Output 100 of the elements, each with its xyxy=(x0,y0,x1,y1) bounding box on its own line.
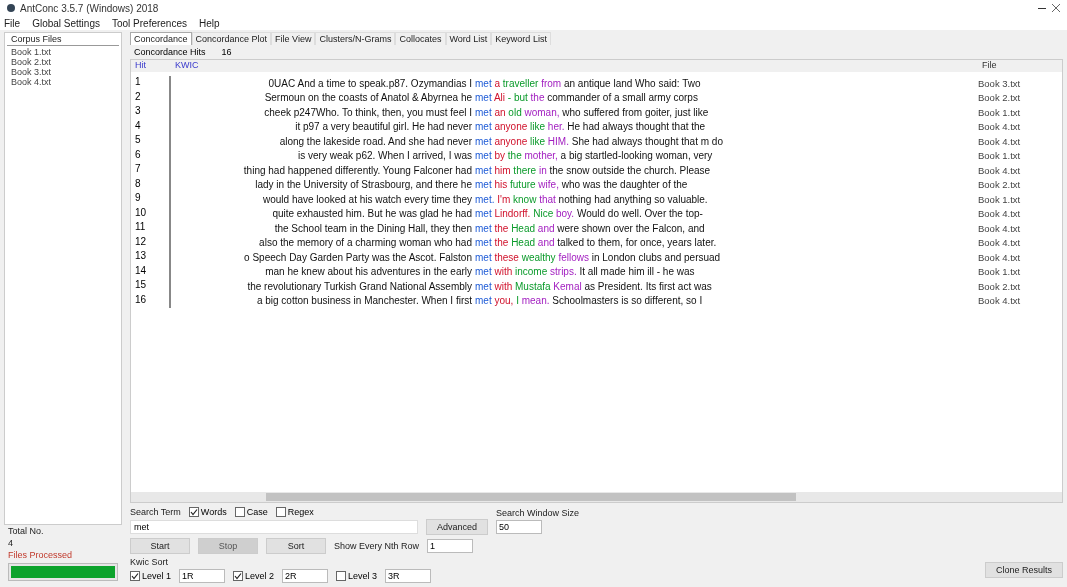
kwic-right-text: met Lindorff. Nice boy. Would do well. Over the top- xyxy=(475,208,704,220)
option-checkbox[interactable]: Regex xyxy=(275,507,314,517)
kwic-right-text: met. I'm know that nothing had anything so valuable. xyxy=(475,193,709,205)
hit-number: 1 xyxy=(131,76,171,91)
column-header[interactable]: File xyxy=(978,60,1048,72)
kwic-right-text: met by the mother, a big startled-looking woman, very xyxy=(475,150,714,162)
kwic-right-text: met anyone like HIM. She had always thought that m do xyxy=(475,135,724,147)
search-field[interactable]: met xyxy=(130,520,418,534)
level-checkbox[interactable]: Level 2 xyxy=(233,571,275,581)
left-context: the revolutionary Turkish Grand National Assembly xyxy=(246,280,473,292)
window-size-spinner[interactable]: 50 xyxy=(496,520,543,534)
nth-row-spinner[interactable]: 1 xyxy=(427,539,474,553)
kwic-right-text: met you, I mean. Schoolmasters is so different, so I xyxy=(475,295,704,307)
action-button[interactable]: Sort xyxy=(266,538,326,554)
file-cell-text: Book 1.txt xyxy=(978,150,1022,162)
kwic-right-text: met a traveller from an antique land Who said: Two xyxy=(475,77,702,89)
hit-number: 7 xyxy=(131,163,171,178)
left-context: 0UAC And a time to speak.p87. Ozymandias I xyxy=(267,77,473,89)
file-item[interactable]: Book 4.txt xyxy=(5,77,121,87)
tab[interactable]: File View xyxy=(271,32,316,45)
file-item[interactable]: Book 2.txt xyxy=(5,57,121,67)
file-cell-text: Book 4.txt xyxy=(978,295,1022,307)
file-item[interactable]: Book 1.txt xyxy=(5,47,121,57)
file-cell-text: Book 2.txt xyxy=(978,179,1022,191)
total-count: 4 xyxy=(7,537,14,549)
nth-row-label: Show Every Nth Row xyxy=(334,541,420,551)
hit-number: 3 xyxy=(131,105,171,120)
check-icon xyxy=(131,572,139,580)
file-item[interactable]: Book 3.txt xyxy=(5,67,121,77)
left-context: along the lakeside road. And she had never xyxy=(278,135,473,147)
tab[interactable]: Word List xyxy=(445,32,492,45)
hit-number: 16 xyxy=(131,293,171,308)
app-icon xyxy=(6,3,16,13)
column-header[interactable]: KWIC xyxy=(171,60,978,72)
file-cell-text: Book 4.txt xyxy=(978,251,1022,263)
kwic-right-text: met an old woman, who suffered from goiter, just like xyxy=(475,106,710,118)
file-cell-text: Book 4.txt xyxy=(978,135,1022,147)
files-processed-label: Files Processed xyxy=(7,549,74,561)
file-cell-text: Book 1.txt xyxy=(978,266,1022,278)
kwic-right-text: met these wealthy fellows in London clubs and persuad xyxy=(475,251,722,263)
left-context: man he knew about his adventures in the early xyxy=(264,266,473,278)
check-icon xyxy=(189,508,198,516)
kwic-right-text: met him there in the snow outside the church. Please xyxy=(475,164,712,176)
tab[interactable]: Concordance Plot xyxy=(191,32,272,45)
menu-item[interactable]: Help xyxy=(199,17,220,29)
hit-number: 6 xyxy=(131,148,171,163)
menu-item[interactable]: File xyxy=(4,17,21,29)
window-size-label: Search Window Size xyxy=(496,508,580,518)
option-checkbox[interactable]: Words xyxy=(188,507,227,517)
left-context: o Speech Day Garden Party was the Ascot. Falston xyxy=(243,251,473,263)
kwic-right-text: met Ali - but the commander of a small army corps xyxy=(475,92,699,104)
hit-number: 4 xyxy=(131,119,171,134)
level-spinner[interactable]: 1R xyxy=(179,569,226,583)
hit-number: 9 xyxy=(131,192,171,207)
search-term-label: Search Term xyxy=(130,507,181,517)
level-checkbox[interactable]: Level 3 xyxy=(336,571,378,581)
file-cell-text: Book 4.txt xyxy=(978,208,1022,220)
hit-number: 2 xyxy=(131,90,171,105)
left-context: a big cotton business in Manchester. When I first xyxy=(255,295,473,307)
hits-count: 16 xyxy=(220,46,233,59)
action-button[interactable]: Start xyxy=(130,538,190,554)
clone-results-button[interactable]: Clone Results xyxy=(984,562,1063,578)
kwic-right-text: met his future wife, who was the daughter of the xyxy=(475,179,689,191)
file-cell-text: Book 4.txt xyxy=(978,164,1022,176)
hit-number: 5 xyxy=(131,134,171,149)
left-context: also the memory of a charming woman who had xyxy=(258,237,473,249)
file-cell-text: Book 4.txt xyxy=(978,121,1022,133)
file-cell-text: Book 4.txt xyxy=(978,222,1022,234)
option-checkbox[interactable]: Case xyxy=(234,507,268,517)
file-cell-text: Book 4.txt xyxy=(978,237,1022,249)
level-spinner[interactable]: 3R xyxy=(385,569,432,583)
column-header[interactable]: Hit xyxy=(131,60,171,72)
kwic-sort-label: Kwic Sort xyxy=(130,557,169,567)
file-cell-text: Book 2.txt xyxy=(978,280,1022,292)
tab[interactable]: Concordance xyxy=(130,32,192,45)
kwic-right-text: met with income strips. It all made him ill - he was xyxy=(475,266,696,278)
window-title: AntConc 3.5.7 (Windows) 2018 xyxy=(20,2,160,14)
level-checkbox[interactable]: Level 1 xyxy=(130,571,172,581)
file-cell-text: Book 3.txt xyxy=(978,77,1022,89)
file-cell-text: Book 1.txt xyxy=(978,106,1022,118)
left-context: lady in the University of Strasbourg, and there he xyxy=(254,179,473,191)
menu-item[interactable]: Tool Preferences xyxy=(111,17,187,29)
level-spinner[interactable]: 2R xyxy=(282,569,329,583)
tab[interactable]: Keyword List xyxy=(491,32,551,45)
kwic-right-text: met with Mustafa Kemal as President. Its first act was xyxy=(475,280,713,292)
hit-number: 13 xyxy=(131,250,171,265)
file-cell-text: Book 2.txt xyxy=(978,92,1022,104)
panel-title: Corpus Files xyxy=(7,33,119,46)
left-context: quite exhausted him. But he was glad he had xyxy=(271,208,473,220)
hit-number: 14 xyxy=(131,264,171,279)
menu-item[interactable]: Global Settings xyxy=(32,17,100,29)
hit-number: 11 xyxy=(131,221,171,236)
tab[interactable]: Clusters/N-Grams xyxy=(315,32,396,45)
check-icon xyxy=(234,572,243,580)
close-icon[interactable] xyxy=(1051,3,1061,13)
left-context: thing had happened differently. Young Falconer had xyxy=(242,164,473,176)
tab[interactable]: Collocates xyxy=(395,32,446,45)
hit-number: 10 xyxy=(131,206,171,221)
advanced-button[interactable]: Advanced xyxy=(426,519,489,535)
left-context: Sermoun on the coasts of Anatol & Abyrnea he xyxy=(263,92,473,104)
